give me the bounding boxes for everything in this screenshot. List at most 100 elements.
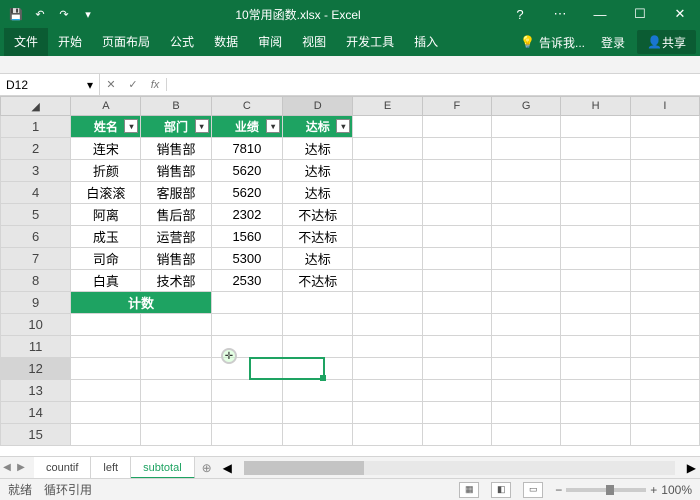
enter-formula-icon[interactable]: ✓ xyxy=(122,78,144,91)
cell[interactable]: 达标 xyxy=(283,248,353,270)
minimize-button[interactable]: — xyxy=(580,0,620,28)
cell[interactable]: 客服部 xyxy=(141,182,211,204)
row-1[interactable]: 1 xyxy=(1,116,71,138)
col-G[interactable]: G xyxy=(491,97,560,116)
row-3[interactable]: 3 xyxy=(1,160,71,182)
row-13[interactable]: 13 xyxy=(1,380,71,402)
ribbon-options-icon[interactable]: ⋯ xyxy=(540,0,580,28)
zoom-out-icon[interactable]: − xyxy=(555,483,562,497)
row-15[interactable]: 15 xyxy=(1,424,71,446)
cell[interactable]: 不达标 xyxy=(283,226,353,248)
row-2[interactable]: 2 xyxy=(1,138,71,160)
col-D[interactable]: D xyxy=(283,97,353,116)
tab-file[interactable]: 文件 xyxy=(4,28,48,56)
view-layout-icon[interactable]: ◧ xyxy=(491,482,511,498)
tab-insert[interactable]: 插入 xyxy=(404,28,448,56)
row-7[interactable]: 7 xyxy=(1,248,71,270)
row-14[interactable]: 14 xyxy=(1,402,71,424)
undo-icon[interactable]: ↶ xyxy=(32,6,48,22)
tab-layout[interactable]: 页面布局 xyxy=(92,28,160,56)
name-box[interactable]: ▾ xyxy=(0,74,100,96)
row-6[interactable]: 6 xyxy=(1,226,71,248)
tab-developer[interactable]: 开发工具 xyxy=(336,28,404,56)
select-all-corner[interactable]: ◢ xyxy=(1,97,71,116)
tab-view[interactable]: 视图 xyxy=(292,28,336,56)
row-5[interactable]: 5 xyxy=(1,204,71,226)
header-name[interactable]: 姓名▾ xyxy=(71,116,141,138)
cell[interactable]: 运营部 xyxy=(141,226,211,248)
zoom-control[interactable]: − + 100% xyxy=(555,483,692,497)
scroll-thumb[interactable] xyxy=(244,461,364,475)
qat-more-icon[interactable]: ▾ xyxy=(80,6,96,22)
cancel-formula-icon[interactable]: ✕ xyxy=(100,78,122,91)
col-C[interactable]: C xyxy=(211,97,283,116)
horizontal-scrollbar[interactable]: ◀ ▶ xyxy=(219,461,700,475)
cell[interactable]: 销售部 xyxy=(141,160,211,182)
row-4[interactable]: 4 xyxy=(1,182,71,204)
zoom-slider[interactable] xyxy=(566,488,646,492)
col-B[interactable]: B xyxy=(141,97,211,116)
cell[interactable]: 成玉 xyxy=(71,226,141,248)
ribbon-help-icon[interactable]: ? xyxy=(500,0,540,28)
row-9[interactable]: 9 xyxy=(1,292,71,314)
zoom-value[interactable]: 100% xyxy=(661,483,692,497)
filter-icon[interactable]: ▾ xyxy=(195,119,209,133)
sheet-nav-next[interactable]: ▶ xyxy=(14,462,28,473)
worksheet-grid[interactable]: ◢ A B C D E F G H I 1 姓名▾ 部门▾ 业绩▾ 达标▾ 2连… xyxy=(0,96,700,456)
filter-icon[interactable]: ▾ xyxy=(266,119,280,133)
count-cell[interactable]: 计数 xyxy=(71,292,211,314)
row-8[interactable]: 8 xyxy=(1,270,71,292)
cell[interactable]: 连宋 xyxy=(71,138,141,160)
header-status[interactable]: 达标▾ xyxy=(283,116,353,138)
cell[interactable]: 达标 xyxy=(283,160,353,182)
cell[interactable]: 达标 xyxy=(283,138,353,160)
add-sheet-button[interactable]: ⊕ xyxy=(195,461,219,475)
tab-data[interactable]: 数据 xyxy=(204,28,248,56)
filter-icon[interactable]: ▾ xyxy=(336,119,350,133)
cell[interactable]: 售后部 xyxy=(141,204,211,226)
tab-home[interactable]: 开始 xyxy=(48,28,92,56)
share-button[interactable]: 👤 共享 xyxy=(637,30,696,54)
header-dept[interactable]: 部门▾ xyxy=(141,116,211,138)
col-F[interactable]: F xyxy=(422,97,491,116)
cell[interactable]: 2302 xyxy=(211,204,283,226)
name-box-input[interactable] xyxy=(6,78,66,92)
view-normal-icon[interactable]: ▦ xyxy=(459,482,479,498)
tab-formulas[interactable]: 公式 xyxy=(160,28,204,56)
sheet-tab-subtotal[interactable]: subtotal xyxy=(131,457,195,479)
cell[interactable]: 白滚滚 xyxy=(71,182,141,204)
cell[interactable]: 不达标 xyxy=(283,204,353,226)
view-break-icon[interactable]: ▭ xyxy=(523,482,543,498)
cell[interactable]: 阿离 xyxy=(71,204,141,226)
maximize-button[interactable]: ☐ xyxy=(620,0,660,28)
cell[interactable]: 司命 xyxy=(71,248,141,270)
col-A[interactable]: A xyxy=(71,97,141,116)
col-E[interactable]: E xyxy=(353,97,422,116)
scroll-right-icon[interactable]: ▶ xyxy=(687,461,696,475)
row-12[interactable]: 12 xyxy=(1,358,71,380)
col-I[interactable]: I xyxy=(630,97,699,116)
tell-me[interactable]: 💡 告诉我... xyxy=(512,34,593,51)
sheet-tab-countif[interactable]: countif xyxy=(34,457,91,479)
sheet-tab-left[interactable]: left xyxy=(91,457,131,479)
cell[interactable]: 5620 xyxy=(211,160,283,182)
cell[interactable]: 7810 xyxy=(211,138,283,160)
zoom-in-icon[interactable]: + xyxy=(650,483,657,497)
cell[interactable]: 折颜 xyxy=(71,160,141,182)
cell[interactable]: 销售部 xyxy=(141,248,211,270)
fx-icon[interactable]: fx xyxy=(144,79,166,91)
cell[interactable]: 不达标 xyxy=(283,270,353,292)
cell[interactable]: 技术部 xyxy=(141,270,211,292)
cell[interactable]: 5300 xyxy=(211,248,283,270)
cell[interactable]: 达标 xyxy=(283,182,353,204)
tab-review[interactable]: 审阅 xyxy=(248,28,292,56)
scroll-left-icon[interactable]: ◀ xyxy=(223,461,232,475)
login-button[interactable]: 登录 xyxy=(593,34,633,51)
filter-icon[interactable]: ▾ xyxy=(124,119,138,133)
name-box-dropdown-icon[interactable]: ▾ xyxy=(87,78,93,92)
header-perf[interactable]: 业绩▾ xyxy=(211,116,283,138)
cell[interactable]: 销售部 xyxy=(141,138,211,160)
col-H[interactable]: H xyxy=(561,97,630,116)
cell[interactable]: 2530 xyxy=(211,270,283,292)
redo-icon[interactable]: ↷ xyxy=(56,6,72,22)
